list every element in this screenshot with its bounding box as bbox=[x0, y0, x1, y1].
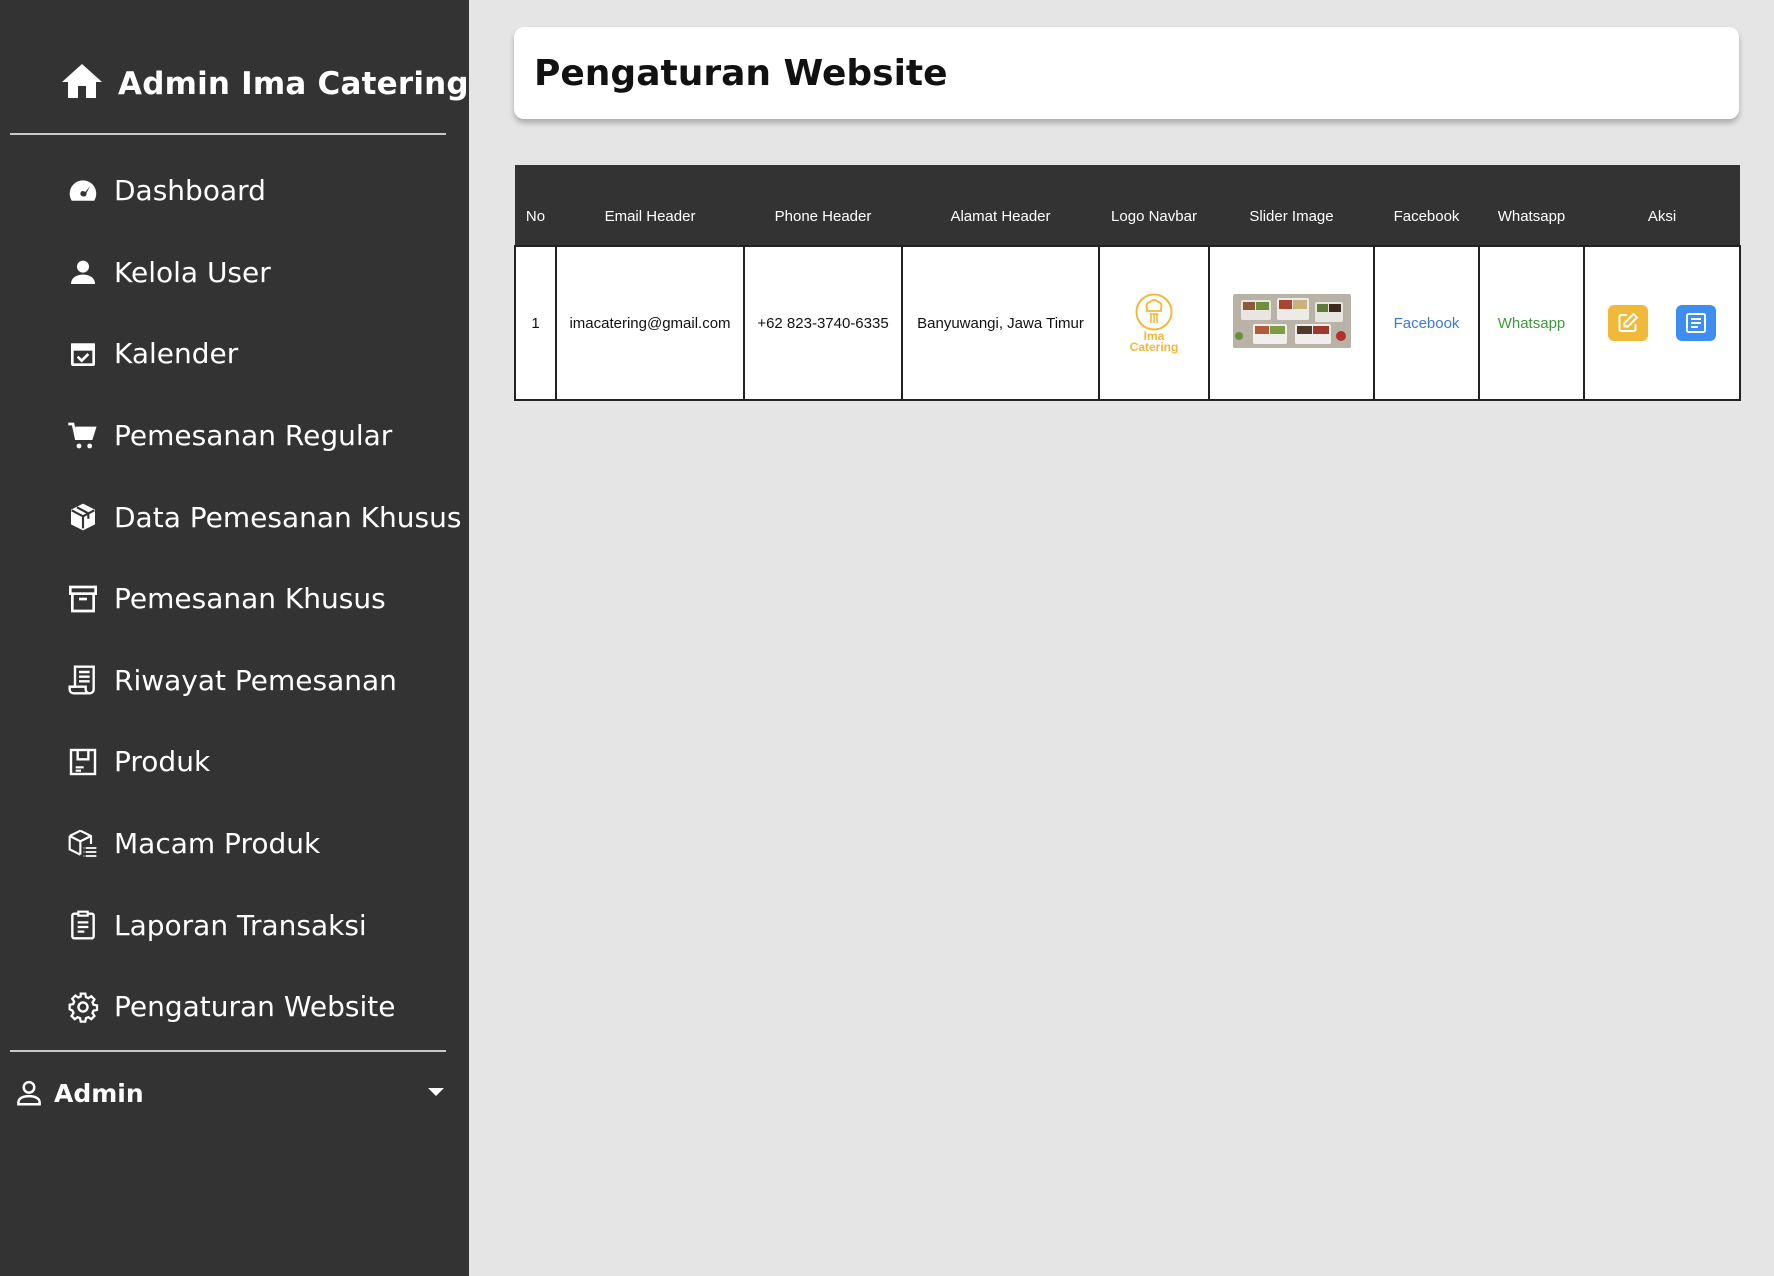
sidebar-item-label: Pengaturan Website bbox=[114, 990, 396, 1024]
cart-icon bbox=[66, 419, 100, 453]
calendar-check-icon bbox=[66, 337, 100, 371]
sidebar-nav: Dashboard Kelola User Kalender Pemesanan… bbox=[0, 150, 469, 1048]
sidebar-item-pemesanan-khusus[interactable]: Pemesanan Khusus bbox=[0, 558, 469, 640]
edit-icon bbox=[1618, 312, 1639, 332]
chevron-down-icon[interactable] bbox=[428, 1088, 444, 1096]
home-icon bbox=[58, 58, 106, 111]
cell-phone: +62 823-3740-6335 bbox=[743, 245, 903, 401]
sidebar-item-label: Macam Produk bbox=[114, 827, 321, 861]
receipt-icon bbox=[66, 663, 100, 697]
whatsapp-link[interactable]: Whatsapp bbox=[1498, 315, 1566, 332]
sidebar-item-label: Pemesanan Regular bbox=[114, 419, 393, 453]
column-header: Aksi bbox=[1584, 165, 1740, 246]
column-header: Facebook bbox=[1374, 165, 1479, 246]
cell-slider bbox=[1208, 245, 1375, 401]
action-buttons bbox=[1589, 305, 1735, 341]
sidebar-item-kalender[interactable]: Kalender bbox=[0, 313, 469, 395]
column-header: Logo Navbar bbox=[1099, 165, 1209, 246]
cell-no: 1 bbox=[514, 245, 557, 401]
sidebar-item-laporan-transaksi[interactable]: Laporan Transaksi bbox=[0, 884, 469, 966]
sidebar-item-produk[interactable]: Produk bbox=[0, 721, 469, 803]
archive-icon bbox=[66, 582, 100, 616]
sidebar-item-label: Dashboard bbox=[114, 174, 266, 208]
box-list-icon bbox=[66, 827, 100, 861]
sidebar-item-label: Pemesanan Khusus bbox=[114, 582, 386, 616]
gear-icon bbox=[66, 990, 100, 1024]
page-title: Pengaturan Website bbox=[534, 52, 948, 94]
cell-whatsapp: Whatsapp bbox=[1478, 245, 1585, 401]
slider-image-thumbnail bbox=[1232, 294, 1351, 348]
user-menu[interactable]: Admin bbox=[14, 1072, 444, 1114]
sidebar-item-label: Kelola User bbox=[114, 255, 271, 289]
logo-navbar-image: Ima Catering bbox=[1104, 293, 1204, 353]
sidebar: Admin Ima Catering Dashboard Kelola User… bbox=[0, 0, 469, 1276]
document-icon bbox=[1686, 313, 1706, 333]
box-icon bbox=[66, 500, 100, 534]
user-outline-icon bbox=[17, 1080, 41, 1106]
sidebar-item-label: Laporan Transaksi bbox=[114, 908, 367, 942]
settings-table: No Email Header Phone Header Alamat Head… bbox=[514, 165, 1741, 401]
detail-button[interactable] bbox=[1676, 305, 1716, 341]
sidebar-item-kelola-user[interactable]: Kelola User bbox=[0, 232, 469, 314]
sidebar-item-label: Kalender bbox=[114, 337, 239, 371]
edit-button[interactable] bbox=[1608, 305, 1648, 341]
sidebar-item-dashboard[interactable]: Dashboard bbox=[0, 150, 469, 232]
sidebar-divider bbox=[10, 1050, 446, 1052]
cell-logo: Ima Catering bbox=[1098, 245, 1210, 401]
column-header: Email Header bbox=[556, 165, 744, 246]
sidebar-item-riwayat-pemesanan[interactable]: Riwayat Pemesanan bbox=[0, 640, 469, 722]
chef-hat-logo-icon bbox=[1135, 293, 1173, 331]
sidebar-divider bbox=[10, 133, 446, 135]
sidebar-item-data-pemesanan-khusus[interactable]: Data Pemesanan Khusus bbox=[0, 476, 469, 558]
table-header-row: No Email Header Phone Header Alamat Head… bbox=[515, 165, 1740, 246]
cell-email: imacatering@gmail.com bbox=[555, 245, 745, 401]
sidebar-item-label: Data Pemesanan Khusus bbox=[114, 500, 462, 534]
user-name: Admin bbox=[54, 1078, 144, 1108]
sidebar-item-label: Riwayat Pemesanan bbox=[114, 663, 397, 697]
dashboard-gauge-icon bbox=[66, 174, 100, 208]
facebook-link[interactable]: Facebook bbox=[1394, 315, 1460, 332]
logo-text: Catering bbox=[1129, 340, 1179, 354]
column-header: No bbox=[515, 165, 556, 246]
product-icon bbox=[66, 745, 100, 779]
cell-alamat: Banyuwangi, Jawa Timur bbox=[901, 245, 1100, 401]
user-icon bbox=[66, 255, 100, 289]
table-row: 1 imacatering@gmail.com +62 823-3740-633… bbox=[514, 245, 1741, 401]
column-header: Alamat Header bbox=[902, 165, 1099, 246]
cell-facebook: Facebook bbox=[1373, 245, 1480, 401]
column-header: Slider Image bbox=[1209, 165, 1374, 246]
sidebar-item-macam-produk[interactable]: Macam Produk bbox=[0, 803, 469, 885]
brand[interactable]: Admin Ima Catering bbox=[58, 58, 469, 110]
sidebar-item-label: Produk bbox=[114, 745, 211, 779]
cell-aksi bbox=[1583, 245, 1741, 401]
brand-title: Admin Ima Catering bbox=[118, 66, 469, 102]
sidebar-item-pemesanan-regular[interactable]: Pemesanan Regular bbox=[0, 395, 469, 477]
report-icon bbox=[66, 908, 100, 942]
column-header: Whatsapp bbox=[1479, 165, 1584, 246]
sidebar-item-pengaturan-website[interactable]: Pengaturan Website bbox=[0, 966, 469, 1048]
column-header: Phone Header bbox=[744, 165, 902, 246]
page-header: Pengaturan Website bbox=[514, 27, 1739, 119]
